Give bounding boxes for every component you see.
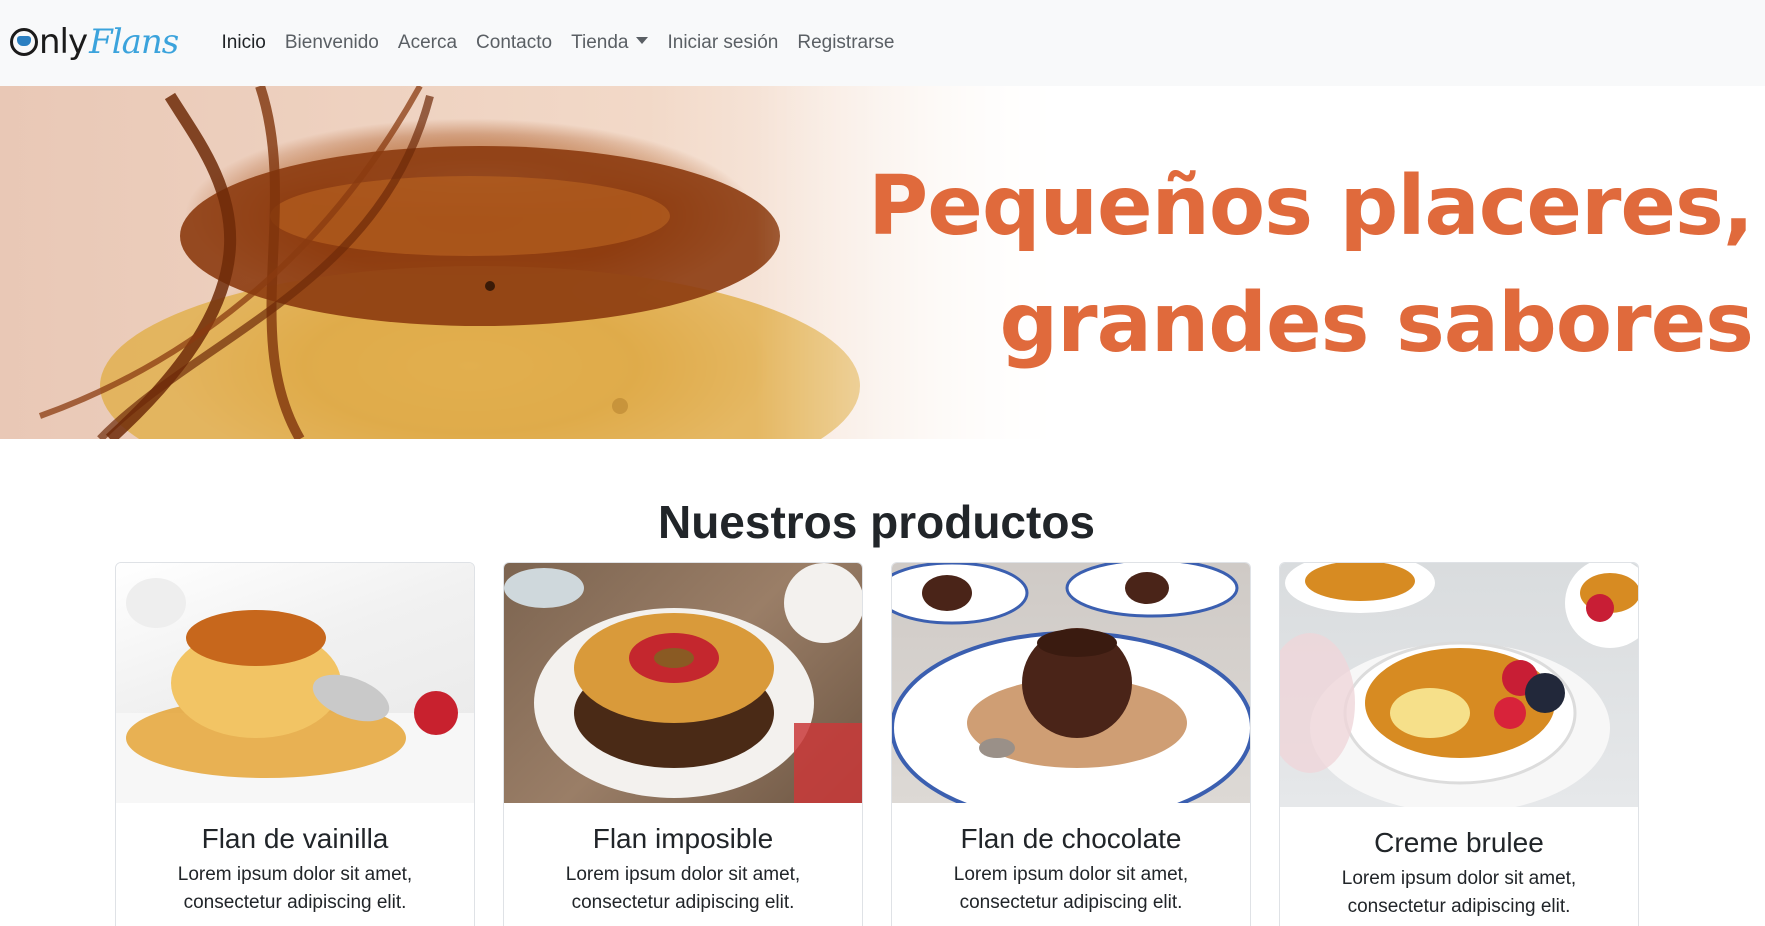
flan-vainilla-drawing — [116, 578, 474, 803]
product-name: Flan de vainilla — [201, 823, 389, 854]
product-image-flan-vainilla — [116, 563, 474, 803]
brand-logo[interactable]: nly Flans — [10, 18, 179, 66]
flan-imposible-drawing — [504, 563, 862, 803]
product-description: Lorem ipsum dolor sit amet, consectetur … — [953, 864, 1189, 913]
brand-o-icon — [10, 28, 38, 56]
nav-acerca[interactable]: Acerca — [388, 28, 466, 58]
product-image-flan-chocolate — [892, 563, 1250, 803]
product-name: Flan imposible — [592, 823, 774, 854]
nav-inicio[interactable]: Inicio — [212, 28, 275, 58]
product-description: Lorem ipsum dolor sit amet, consectetur … — [1341, 868, 1577, 917]
product-card-flan-vainilla[interactable]: Flan de vainilla Lorem ipsum dolor sit a… — [115, 562, 475, 926]
products-title: Nuestros productos — [657, 496, 1096, 548]
hero-headline: Pequeños placeres, grandes sabores — [868, 148, 1754, 382]
product-card-creme-brulee[interactable]: Creme brulee Lorem ipsum dolor sit amet,… — [1279, 562, 1639, 926]
hero-banner: Pequeños placeres, grandes sabores — [0, 86, 1765, 439]
nav-bienvenido[interactable]: Bienvenido — [275, 28, 388, 58]
product-card-flan-chocolate[interactable]: Flan de chocolate Lorem ipsum dolor sit … — [891, 562, 1251, 926]
product-name: Flan de chocolate — [960, 823, 1182, 854]
brand-only: nly — [10, 22, 88, 62]
nav-contacto[interactable]: Contacto — [467, 28, 562, 58]
nav-registrarse[interactable]: Registrarse — [788, 28, 904, 58]
nav-iniciar-sesion[interactable]: Iniciar sesión — [658, 28, 788, 58]
product-description: Lorem ipsum dolor sit amet, consectetur … — [565, 864, 801, 913]
nav-links: Inicio Bienvenido Acerca Contacto Tienda… — [212, 28, 904, 58]
creme-brulee-drawing — [1280, 563, 1638, 807]
hero-headline-line1: Pequeños placeres, — [868, 159, 1754, 254]
product-description: Lorem ipsum dolor sit amet, consectetur … — [177, 864, 413, 913]
brand-only-text: nly — [39, 22, 88, 62]
navbar: nly Flans Inicio Bienvenido Acerca Conta… — [0, 0, 1765, 86]
caret-down-icon — [636, 37, 649, 44]
nav-tienda-dropdown[interactable]: Tienda — [562, 28, 658, 58]
product-image-flan-imposible — [504, 563, 862, 803]
nav-tienda-label: Tienda — [571, 32, 629, 53]
product-image-creme-brulee — [1280, 563, 1638, 807]
hero-headline-line2: grandes sabores — [999, 276, 1754, 371]
brand-flans-text: Flans — [89, 22, 179, 62]
flan-chocolate-drawing — [892, 563, 1250, 803]
product-name: Creme brulee — [1374, 827, 1544, 858]
product-card-flan-imposible[interactable]: Flan imposible Lorem ipsum dolor sit ame… — [503, 562, 863, 926]
